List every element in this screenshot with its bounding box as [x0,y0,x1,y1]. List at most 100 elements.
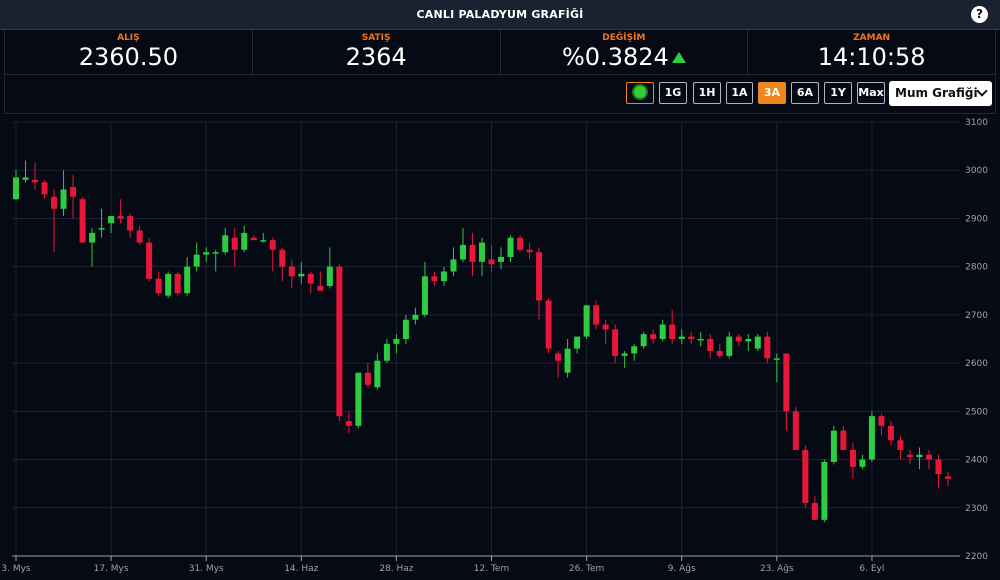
candle-body [526,249,533,253]
live-indicator-icon [634,86,646,98]
candle-body [222,235,229,253]
candle-body [402,319,409,339]
stat-time-label: ZAMAN [853,33,891,43]
candle-body [70,187,77,197]
candle-body [193,254,200,267]
candle-body [688,336,695,339]
candle-body [345,420,352,426]
candle-body [707,339,714,352]
candle-body [117,216,124,219]
candle-body [459,244,466,260]
candle-body [517,237,524,250]
candle-body [640,334,647,347]
chart-header: CANLI PALADYUM GRAFİĞİ ? [0,0,1000,30]
candle-body [564,348,571,373]
stat-change-wrap: %0.3824 [501,44,748,70]
candle-body [41,182,48,195]
candle-body [421,276,428,315]
candle-body [678,336,685,339]
chart-type-value: Mum Grafiği [895,86,978,100]
candle-body [60,189,67,209]
y-tick-label: 3000 [965,166,988,176]
candle-body [650,334,657,339]
candle-body [507,237,514,258]
candle-body [98,228,105,230]
candle-body [878,416,885,426]
candle-body [431,276,438,282]
candle-body [631,346,638,354]
range-1y-button[interactable]: 1Y [824,82,852,104]
candlestick-chart: 2200 2300 2400 2500 2600 2700 2800 2900 3000 3100… [1,118,988,574]
candle-body [726,336,733,356]
candle-body [945,476,951,479]
stat-ask: SATIŞ 2364 [252,30,501,75]
range-max-button[interactable]: Max [857,82,885,104]
candle-body [764,336,771,359]
candle-body [574,336,581,349]
candle-body [498,257,505,262]
candle-body [897,440,904,450]
stat-ask-value: 2364 [345,43,407,71]
y-tick-label: 2600 [965,359,988,369]
chart-type-select[interactable]: Mum Grafiği [889,81,992,106]
range-1h-button[interactable]: 1H [693,82,721,104]
stat-time: ZAMAN 14:10:58 [748,30,996,75]
y-tick-label: 2200 [965,552,988,562]
y-tick-label: 2800 [965,263,988,273]
candle-body [602,324,609,330]
candle-body [250,237,257,241]
price-stats: ALIŞ 2360.50 SATIŞ 2364 DEĞİŞİM %0.3824 … [4,30,996,75]
candle-body [288,266,295,277]
stat-change: DEĞİŞİM %0.3824 [500,30,749,75]
stat-change-value: %0.3824 [561,43,669,71]
range-1a-button[interactable]: 1A [726,82,753,104]
candle-body [174,273,181,294]
x-tick-label: 17. Mys [94,564,129,574]
candle-body [735,336,742,342]
candle-body [621,353,628,356]
x-tick-label: 14. Haz [284,564,318,574]
range-3a-button[interactable]: 3A [758,82,786,104]
candle-body [840,430,847,450]
candle-body [336,266,343,417]
x-tick-label: 23. Ağs [760,564,794,574]
candle-body [79,199,86,243]
x-tick-label: 28. Haz [379,564,413,574]
candle-body [659,324,666,339]
range-6a-button[interactable]: 6A [791,82,819,104]
candle-body [383,343,390,361]
y-tick-label: 2900 [965,214,988,224]
candle-body [374,360,381,388]
y-tick-label: 2400 [965,456,988,466]
candle-body [887,425,894,441]
stat-bid-value: 2360.50 [78,43,178,71]
candle-body [536,252,543,301]
x-tick-label: 31. Mys [189,564,224,574]
candle-body [412,314,419,320]
candle-body [555,353,562,361]
candle-body [184,266,191,294]
candle-body [136,230,143,243]
candle-body [849,449,856,467]
candle-body [783,353,790,412]
x-tick-label: 3. Mys [1,564,31,574]
candle-body [479,242,485,262]
live-toggle-button[interactable] [626,82,654,104]
candle-body [241,232,248,250]
candle-body [697,339,704,341]
candle-body [212,252,219,254]
chevron-down-icon [976,85,988,97]
stat-time-value: 14:10:58 [817,43,926,71]
chart-toolbar: 1G 1H 1A 3A 6A 1Y Max Mum Grafiği [4,76,996,114]
candle-body [32,179,39,183]
candle-body [830,430,837,462]
candle-body [754,336,761,349]
candle-body [231,237,238,250]
help-icon[interactable]: ? [971,6,988,23]
x-tick-label: 12. Tem [474,564,509,574]
range-1g-button[interactable]: 1G [659,82,687,104]
candle-body [488,259,495,265]
candle-body [583,305,590,337]
candle-body [307,273,314,284]
candle-body [317,285,324,291]
